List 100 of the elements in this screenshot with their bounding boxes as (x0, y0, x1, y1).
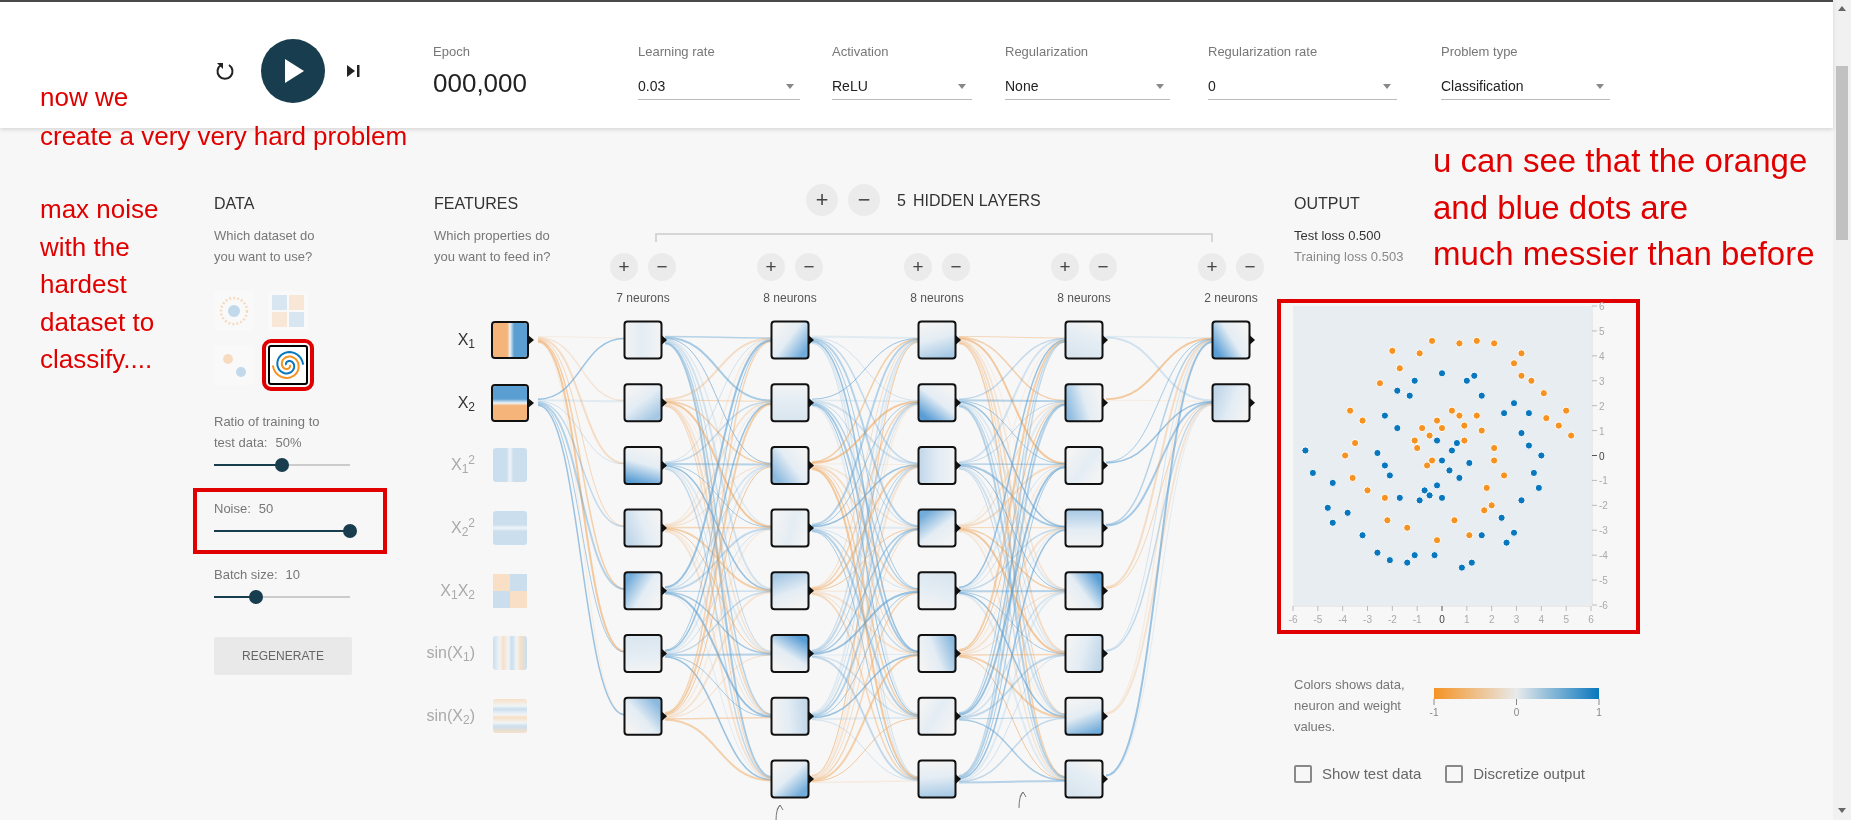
feature-node[interactable] (491, 383, 535, 422)
data-point (1403, 558, 1412, 567)
data-point (1455, 411, 1464, 420)
neuron-node (1211, 320, 1255, 360)
data-point (1432, 481, 1442, 490)
data-point (1517, 496, 1526, 505)
dropdown[interactable]: 0 (1208, 74, 1397, 100)
scale-tick-label: -1 (1429, 706, 1439, 718)
data-point (1470, 371, 1479, 380)
data-point (1385, 471, 1394, 480)
x-tick-label: -5 (1313, 614, 1323, 625)
scrollbar[interactable] (1833, 0, 1851, 820)
data-point (1477, 531, 1486, 540)
remove-layer-button[interactable]: − (848, 184, 880, 216)
scale-tick-label: 0 (1513, 706, 1520, 718)
dropdown[interactable]: Classification (1441, 74, 1610, 100)
data-point (1328, 518, 1337, 527)
neuron-node (917, 696, 961, 736)
regenerate-button[interactable]: REGENERATE (214, 637, 352, 675)
data-point (1490, 443, 1499, 453)
section-title: HIDDEN LAYERS (913, 192, 1041, 209)
annotation-text: now we (40, 82, 129, 112)
data-point (1430, 551, 1439, 560)
neuron-node (917, 571, 961, 611)
reset-icon[interactable] (214, 60, 236, 82)
remove-neuron-button[interactable]: − (1236, 253, 1264, 281)
x-tick-label: 3 (1513, 614, 1520, 625)
x-tick-label: 2 (1488, 614, 1495, 625)
data-point (1455, 473, 1464, 483)
section-description: Which dataset do you want to use? (214, 227, 316, 266)
data-point (1567, 431, 1576, 440)
add-neuron-button[interactable]: + (757, 253, 785, 281)
neuron-count: 2 neurons (1204, 291, 1258, 305)
neuron-node (623, 571, 667, 611)
neuron-node (770, 383, 814, 423)
y-tick-label: -3 (1599, 525, 1609, 537)
data-point (1482, 483, 1491, 492)
neuron-node (770, 445, 814, 485)
data-point (1308, 468, 1317, 478)
x-tick-label: 4 (1538, 614, 1545, 625)
data-point (1487, 501, 1496, 510)
dropdown[interactable]: 0.03 (638, 74, 800, 100)
slider-thumb[interactable] (249, 590, 264, 604)
neuron-node (1064, 759, 1108, 799)
neuron-node (770, 759, 814, 799)
data-point (1477, 426, 1486, 435)
data-point (1509, 359, 1519, 368)
add-neuron-button[interactable]: + (904, 253, 932, 281)
feature-node[interactable] (491, 321, 535, 359)
slider-thumb[interactable] (343, 524, 357, 538)
y-tick-label: 2 (1599, 400, 1605, 412)
data-point (1472, 336, 1481, 345)
checkbox[interactable] (1445, 765, 1464, 784)
x-tick-label: -1 (1412, 614, 1423, 625)
dropdown[interactable]: None (1005, 74, 1170, 100)
data-point (1420, 486, 1429, 495)
data-point (1455, 339, 1464, 348)
data-point (1490, 456, 1499, 465)
remove-neuron-button[interactable]: − (795, 253, 823, 281)
data-point (1427, 336, 1437, 345)
data-point (1460, 436, 1469, 445)
data-point (1395, 493, 1404, 502)
data-point (1380, 493, 1389, 502)
data-point (1410, 551, 1419, 560)
data-point (1418, 424, 1427, 433)
data-point (1415, 349, 1424, 358)
data-point (1467, 558, 1476, 567)
add-neuron-button[interactable]: + (1198, 253, 1226, 281)
add-neuron-button[interactable]: + (610, 253, 638, 281)
section-title: OUTPUT (1294, 194, 1360, 214)
data-point (1537, 451, 1546, 460)
legend-text: Colors shows data, neuron and weight values. (1294, 675, 1406, 736)
data-point (1490, 339, 1499, 348)
data-point (1539, 389, 1548, 398)
dropdown[interactable]: ReLU (832, 74, 972, 100)
y-tick-label: -5 (1599, 575, 1609, 587)
data-point (1534, 483, 1543, 492)
data-point (1437, 493, 1447, 502)
y-tick-label: -4 (1599, 550, 1609, 562)
checkbox[interactable] (1294, 765, 1312, 784)
data-point (1358, 416, 1367, 425)
neuron-node (770, 696, 814, 736)
remove-neuron-button[interactable]: − (648, 253, 676, 281)
data-point (1524, 409, 1533, 418)
neuron-node (623, 320, 667, 360)
data-point (1457, 563, 1466, 572)
remove-neuron-button[interactable]: − (942, 253, 970, 281)
x-axis: -6 -5 -4 -3 -2 -1 0 1 2 3 4 5 6 (1288, 605, 1594, 625)
slider-thumb[interactable] (275, 458, 289, 472)
annotation-text: max noise with the hardest dataset to classify.... (40, 193, 160, 376)
data-point (1385, 556, 1394, 565)
y-tick-label: 4 (1599, 350, 1605, 362)
data-point (1432, 536, 1442, 545)
data-point (1346, 406, 1355, 415)
add-layer-button[interactable]: + (806, 184, 838, 216)
data-point (1410, 376, 1419, 385)
add-neuron-button[interactable]: + (1051, 253, 1079, 281)
section-title: FEATURES (434, 194, 520, 214)
neuron-node (1064, 320, 1108, 360)
remove-neuron-button[interactable]: − (1089, 253, 1117, 281)
